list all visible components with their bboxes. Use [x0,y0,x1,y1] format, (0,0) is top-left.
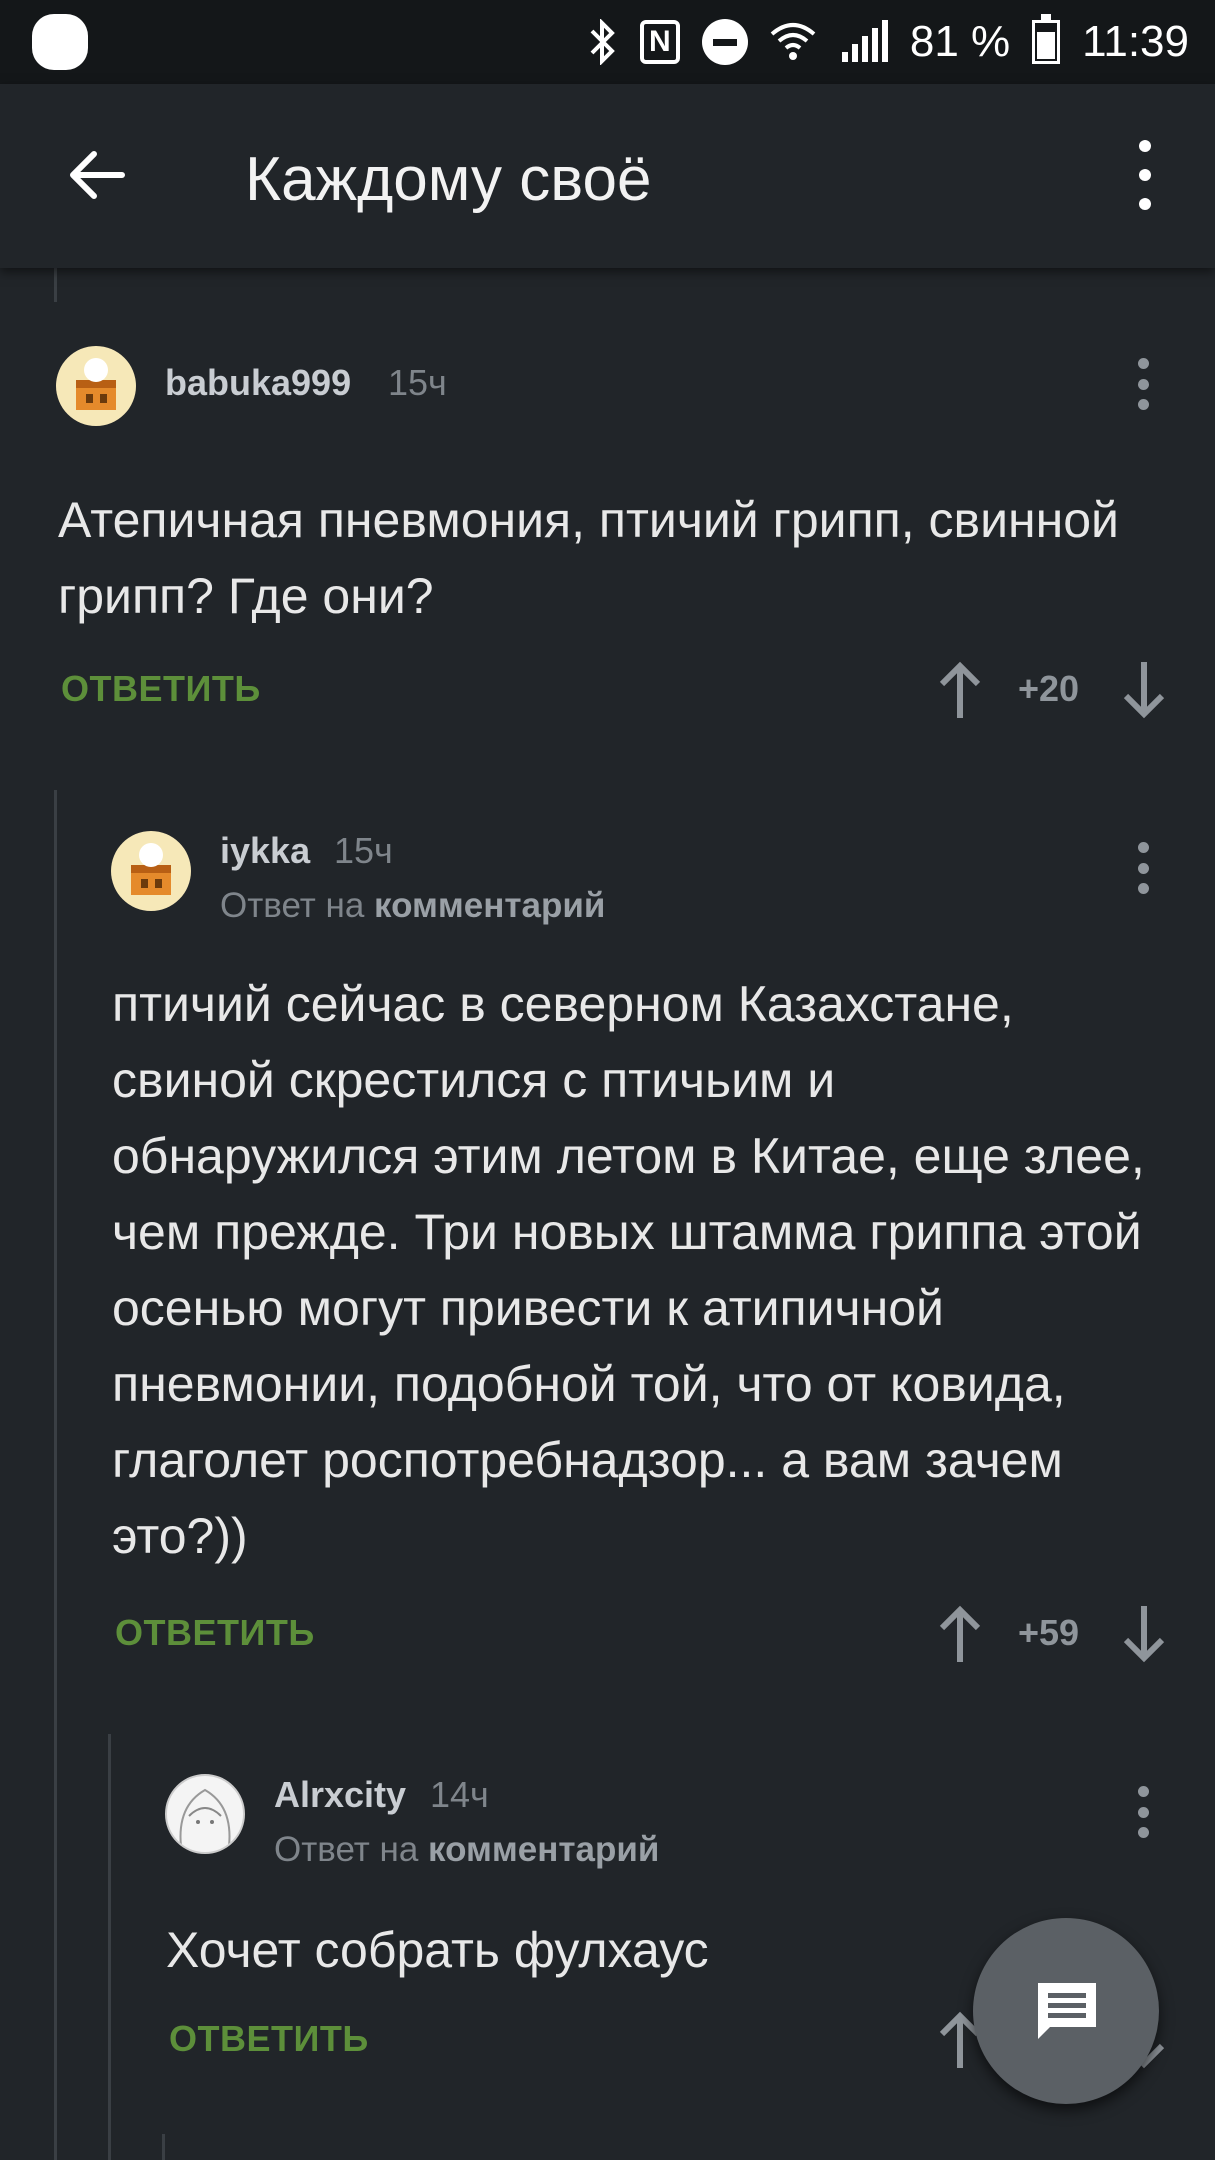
comment-text: Атепичная пневмония, птичий грипп, свинн… [58,492,1119,624]
author-name[interactable]: iykka [220,830,310,872]
app-bar: Каждому своё [0,84,1215,268]
clock: 11:39 [1082,17,1189,66]
more-vert-icon[interactable] [1115,140,1175,210]
comment-more-icon[interactable] [1128,842,1158,894]
notification-icon [32,14,88,70]
write-comment-button[interactable] [973,1918,1159,2104]
reply-to-link[interactable]: комментарий [374,886,605,925]
score: +20 [1018,668,1080,709]
comment-time: 15ч [334,830,393,871]
reply-button[interactable]: ОТВЕТИТЬ [169,2018,369,2060]
author-name[interactable]: Alrxcity [274,1774,406,1816]
thread-line [108,1734,111,2160]
comment-time: 15ч [388,362,447,403]
back-arrow-icon[interactable] [60,138,134,212]
comment-text: птичий сейчас в северном Казахстане, сви… [112,976,1145,1564]
upvote-icon[interactable] [936,1604,984,1664]
status-bar: N 81 % 11:39 [0,0,1215,84]
battery-percent: 81 % [909,17,1011,66]
comment-time: 14ч [430,1774,489,1815]
thread-line [54,268,57,302]
bluetooth-icon [588,19,618,65]
thread-line [54,790,57,2160]
nfc-icon: N [639,20,680,64]
upvote-icon[interactable] [936,660,984,720]
avatar[interactable] [56,346,136,426]
reply-to: Ответ на комментарий [220,886,605,926]
comment-more-icon[interactable] [1128,358,1158,410]
signal-icon [838,20,888,64]
do-not-disturb-icon [701,19,748,65]
reply-to-prefix: Ответ на [274,1830,419,1869]
reply-to-prefix: Ответ на [220,886,365,925]
reply-button[interactable]: ОТВЕТИТЬ [61,668,261,710]
author-name[interactable]: babuka999 [165,362,351,404]
reply-to: Ответ на комментарий [274,1830,659,1870]
reply-to-link[interactable]: комментарий [428,1830,659,1869]
wifi-icon [770,20,816,64]
downvote-icon[interactable] [1120,1604,1168,1664]
downvote-icon[interactable] [1120,660,1168,720]
reply-button[interactable]: ОТВЕТИТЬ [115,1612,315,1654]
battery-icon [1032,14,1061,64]
page-title: Каждому своё [245,145,652,214]
score: +59 [1018,1612,1080,1653]
comment-more-icon[interactable] [1128,1786,1158,1838]
avatar[interactable] [165,1774,245,1854]
comment-icon [1038,1983,1096,2039]
thread-line [162,2134,165,2160]
avatar[interactable] [111,831,191,911]
